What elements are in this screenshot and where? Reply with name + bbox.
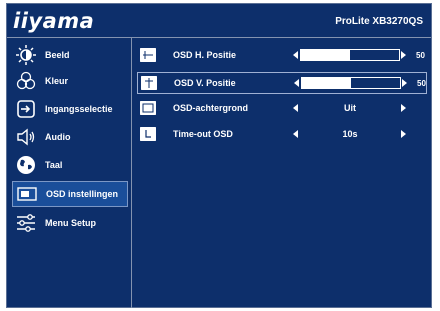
setting-row-timeout-osd[interactable]: Time-out OSD 10s (137, 124, 427, 146)
sidebar-item-label: Menu Setup (45, 218, 96, 228)
sidebar-item-beeld[interactable]: Beeld (12, 42, 128, 68)
setting-label: Time-out OSD (173, 129, 233, 139)
setting-value: 50 (417, 79, 426, 88)
sidebar-item-osd-instellingen[interactable]: OSD instellingen (12, 181, 128, 207)
osd-h-position-slider[interactable] (300, 49, 400, 61)
sidebar-item-label: Beeld (45, 50, 70, 60)
brand-logo: iiyama (13, 9, 95, 33)
timeout-icon (140, 127, 156, 141)
setting-value: Uit (344, 103, 356, 113)
sidebar-item-label: Kleur (45, 76, 69, 86)
sidebar-item-kleur[interactable]: Kleur (12, 68, 128, 94)
setting-value: 50 (416, 51, 425, 60)
settings-panel: OSD H. Positie 50 OSD V. Positie 50 OSD-… (132, 38, 431, 151)
increase-arrow-icon[interactable] (401, 130, 406, 138)
slider-fill (301, 50, 350, 60)
osd-v-position-slider[interactable] (301, 77, 401, 89)
decrease-arrow-icon[interactable] (293, 104, 298, 112)
osd-icon (17, 187, 37, 201)
globe-icon (17, 156, 35, 174)
sidebar-item-label: OSD instellingen (46, 189, 119, 199)
input-select-icon (17, 100, 35, 118)
increase-arrow-icon[interactable] (401, 51, 406, 59)
sidebar-item-audio[interactable]: Audio (12, 124, 128, 150)
setting-label: OSD H. Positie (173, 50, 237, 60)
osd-menu: iiyama ProLite XB3270QS Beeld Kleur Inga… (6, 3, 432, 308)
vertical-position-icon (141, 76, 157, 90)
setting-row-osd-v-position[interactable]: OSD V. Positie 50 (137, 72, 427, 94)
color-palette-icon (16, 71, 36, 90)
background-icon (140, 101, 156, 115)
model-name: ProLite XB3270QS (335, 16, 423, 27)
brightness-icon (16, 45, 36, 65)
sidebar-item-label: Taal (45, 160, 63, 170)
setting-label: OSD V. Positie (174, 78, 236, 88)
speaker-icon (17, 128, 35, 146)
setting-row-osd-h-position[interactable]: OSD H. Positie 50 (137, 45, 427, 67)
sidebar-item-label: Ingangsselectie (45, 104, 113, 114)
horizontal-position-icon (140, 48, 156, 62)
increase-arrow-icon[interactable] (402, 79, 407, 87)
setting-row-osd-background[interactable]: OSD-achtergrond Uit (137, 98, 427, 120)
sidebar-item-ingangsselectie[interactable]: Ingangsselectie (12, 96, 128, 122)
sidebar-item-menu-setup[interactable]: Menu Setup (12, 210, 128, 236)
sidebar-item-taal[interactable]: Taal (12, 152, 128, 178)
setting-value: 10s (342, 129, 358, 139)
header: iiyama ProLite XB3270QS (7, 4, 431, 34)
sidebar: Beeld Kleur Ingangsselectie Audio Taal O… (7, 38, 131, 308)
sidebar-item-label: Audio (45, 132, 71, 142)
decrease-arrow-icon[interactable] (293, 130, 298, 138)
decrease-arrow-icon[interactable] (293, 51, 298, 59)
slider-fill (302, 78, 351, 88)
increase-arrow-icon[interactable] (401, 104, 406, 112)
sliders-icon (17, 214, 35, 232)
decrease-arrow-icon[interactable] (294, 79, 299, 87)
setting-label: OSD-achtergrond (173, 103, 249, 113)
